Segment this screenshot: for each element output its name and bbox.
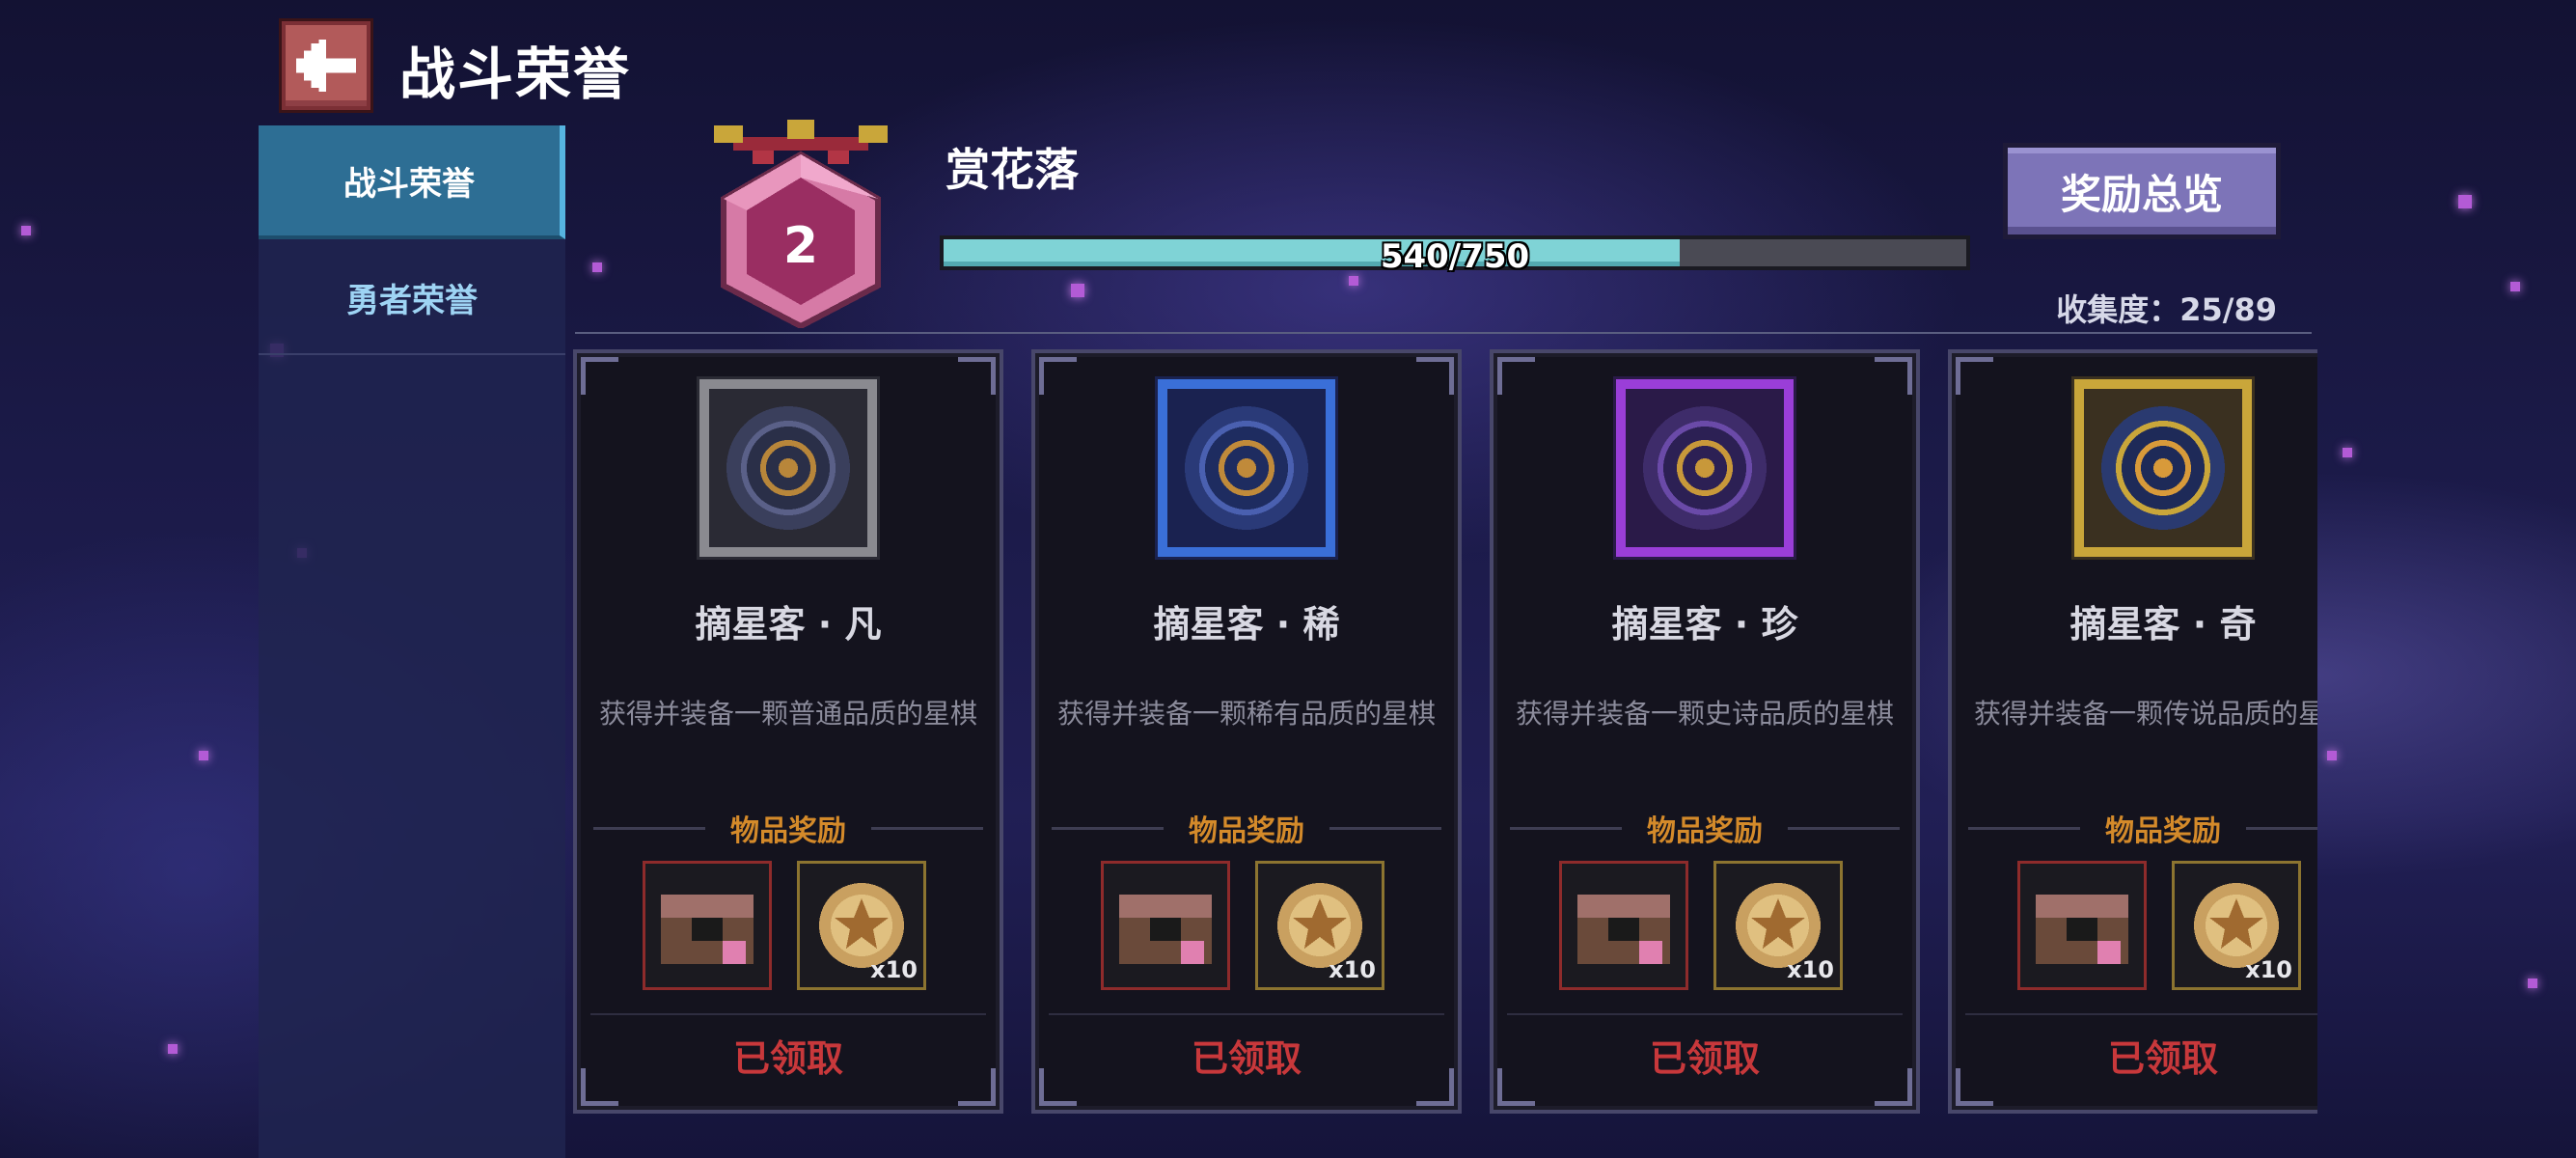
gray-star-chess-icon bbox=[697, 376, 880, 560]
claimed-status: 已领取 bbox=[732, 1037, 843, 1080]
star-particle bbox=[2458, 195, 2472, 208]
reward-coin-slot[interactable]: x10 bbox=[2172, 861, 2301, 990]
reward-chest-slot[interactable] bbox=[1559, 861, 1688, 990]
reward-quantity: x10 bbox=[1329, 956, 1376, 983]
reward-quantity: x10 bbox=[870, 956, 918, 983]
reward-chest-slot[interactable] bbox=[1101, 861, 1230, 990]
claimed-status: 已领取 bbox=[1191, 1037, 1302, 1080]
treasure-chest-icon bbox=[661, 895, 754, 964]
purple-star-chess-icon bbox=[1613, 376, 1796, 560]
card-description: 获得并装备一颗传说品质的星棋 bbox=[1973, 698, 2317, 730]
star-particle bbox=[21, 226, 31, 235]
star-particle bbox=[1071, 284, 1084, 297]
tab-battle-honor[interactable]: 战斗荣誉 bbox=[259, 125, 565, 239]
reward-coin-slot[interactable]: x10 bbox=[1255, 861, 1384, 990]
claimed-status: 已领取 bbox=[1649, 1037, 1760, 1080]
card-title: 摘星客 · 珍 bbox=[1611, 603, 1798, 646]
reward-chest-slot[interactable] bbox=[2017, 861, 2147, 990]
honor-name: 赏花落 bbox=[945, 144, 1079, 196]
treasure-chest-icon bbox=[2036, 895, 2128, 964]
progress-text: 540/750 bbox=[1380, 237, 1530, 276]
honor-progress-bar: 540/750 bbox=[940, 235, 1970, 276]
star-particle bbox=[2528, 979, 2537, 988]
treasure-chest-icon bbox=[1119, 895, 1212, 964]
tab-hero-honor[interactable]: 勇者荣誉 bbox=[259, 241, 565, 355]
card-title: 摘星客 · 凡 bbox=[695, 603, 882, 646]
card-divider bbox=[590, 1013, 986, 1015]
achievement-card[interactable]: 摘星客 · 奇 获得并装备一颗传说品质的星棋 物品奖励 x10 已领取 bbox=[1948, 349, 2317, 1114]
honor-level-number: 2 bbox=[782, 217, 819, 275]
back-arrow-icon bbox=[296, 40, 356, 92]
achievement-card[interactable]: 摘星客 · 凡 获得并装备一颗普通品质的星棋 物品奖励 x10 已领取 bbox=[573, 349, 1003, 1114]
back-button[interactable] bbox=[282, 21, 370, 110]
achievement-card-list[interactable]: 摘星客 · 凡 获得并装备一颗普通品质的星棋 物品奖励 x10 已领取 摘星客 … bbox=[569, 345, 2317, 1117]
collection-progress: 收集度：25/89 bbox=[2056, 291, 2277, 328]
card-title: 摘星客 · 稀 bbox=[1153, 603, 1340, 646]
star-particle bbox=[2327, 751, 2337, 760]
card-divider bbox=[1507, 1013, 1903, 1015]
card-divider bbox=[1049, 1013, 1444, 1015]
reward-section-label: 物品奖励 bbox=[1952, 807, 2317, 849]
achievement-card[interactable]: 摘星客 · 稀 获得并装备一颗稀有品质的星棋 物品奖励 x10 已领取 bbox=[1031, 349, 1462, 1114]
star-particle bbox=[1349, 276, 1358, 286]
achievement-card[interactable]: 摘星客 · 珍 获得并装备一颗史诗品质的星棋 物品奖励 x10 已领取 bbox=[1490, 349, 1920, 1114]
reward-quantity: x10 bbox=[2245, 956, 2292, 983]
page-title: 战斗荣誉 bbox=[399, 41, 632, 107]
card-description: 获得并装备一颗史诗品质的星棋 bbox=[1515, 698, 1894, 730]
honor-level-badge: 2 bbox=[704, 116, 897, 330]
star-particle bbox=[199, 751, 208, 760]
gold-star-chess-icon bbox=[2071, 376, 2255, 560]
blue-star-chess-icon bbox=[1155, 376, 1338, 560]
card-title: 摘星客 · 奇 bbox=[2069, 603, 2257, 646]
reward-section-label: 物品奖励 bbox=[1035, 807, 1458, 849]
card-description: 获得并装备一颗稀有品质的星棋 bbox=[1056, 698, 1436, 730]
card-description: 获得并装备一颗普通品质的星棋 bbox=[598, 698, 977, 730]
star-particle bbox=[168, 1044, 178, 1054]
card-divider bbox=[1965, 1013, 2317, 1015]
star-particle bbox=[2343, 448, 2352, 457]
reward-coin-slot[interactable]: x10 bbox=[797, 861, 926, 990]
star-particle bbox=[592, 262, 602, 272]
divider bbox=[575, 332, 2312, 334]
reward-quantity: x10 bbox=[1787, 956, 1834, 983]
claimed-status: 已领取 bbox=[2107, 1037, 2218, 1080]
treasure-chest-icon bbox=[1577, 895, 1670, 964]
reward-section-label: 物品奖励 bbox=[577, 807, 1000, 849]
reward-chest-slot[interactable] bbox=[643, 861, 772, 990]
reward-overview-button[interactable]: 奖励总览 bbox=[2003, 143, 2281, 239]
sidebar: 战斗荣誉 勇者荣誉 bbox=[259, 125, 565, 1158]
star-particle bbox=[2510, 282, 2520, 291]
reward-coin-slot[interactable]: x10 bbox=[1713, 861, 1843, 990]
reward-section-label: 物品奖励 bbox=[1494, 807, 1916, 849]
